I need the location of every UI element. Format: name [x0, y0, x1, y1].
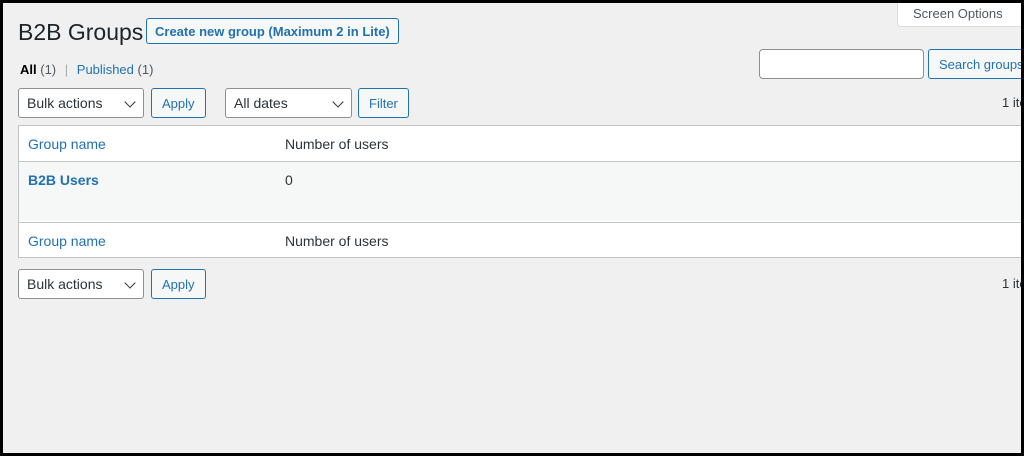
bulk-actions-value-bottom: Bulk actions [27, 276, 103, 292]
page-title: B2B Groups [18, 19, 144, 45]
column-footer-group-name[interactable]: Group name [28, 233, 106, 249]
view-separator: | [64, 62, 69, 77]
admin-page: Screen Options B2B Groups Create new gro… [3, 3, 1021, 453]
view-all-count: (1) [40, 62, 57, 77]
table-row: B2B Users 0 [19, 162, 1021, 221]
column-header-number-of-users: Number of users [285, 136, 389, 152]
search-groups-button[interactable]: Search groups [928, 49, 1021, 79]
view-published-count: (1) [137, 62, 154, 77]
create-group-button[interactable]: Create new group (Maximum 2 in Lite) [146, 18, 399, 44]
filter-button[interactable]: Filter [358, 88, 409, 118]
chevron-down-icon [124, 96, 136, 108]
table-footer: Group name Number of users [19, 222, 1021, 258]
items-count-bottom: 1 item [1002, 276, 1021, 291]
table-header: Group name Number of users [19, 126, 1021, 162]
items-count-top: 1 item [1002, 95, 1021, 110]
apply-button-top[interactable]: Apply [151, 88, 206, 118]
group-name-link[interactable]: B2B Users [28, 172, 99, 188]
sort-group-name-link[interactable]: Group name [28, 136, 106, 152]
view-published-link[interactable]: Published [77, 62, 134, 77]
sort-group-name-link-footer[interactable]: Group name [28, 233, 106, 249]
view-all-link[interactable]: All [20, 62, 37, 77]
date-filter-select[interactable]: All dates [225, 88, 352, 118]
view-filters: All (1) | Published (1) [20, 62, 153, 77]
column-header-group-name[interactable]: Group name [28, 136, 106, 152]
group-name-cell: B2B Users [28, 172, 99, 188]
bulk-actions-select-bottom[interactable]: Bulk actions [18, 269, 144, 299]
date-filter-value: All dates [234, 95, 288, 111]
search-input[interactable] [759, 49, 924, 79]
groups-table: Group name Number of users B2B Users 0 G… [18, 125, 1021, 258]
chevron-down-icon [124, 277, 136, 289]
bulk-actions-value: Bulk actions [27, 95, 103, 111]
screen-options-tab[interactable]: Screen Options [897, 3, 1021, 27]
column-footer-number-of-users: Number of users [285, 233, 389, 249]
chevron-down-icon [332, 96, 344, 108]
bulk-actions-select-top[interactable]: Bulk actions [18, 88, 144, 118]
apply-button-bottom[interactable]: Apply [151, 269, 206, 299]
number-of-users-cell: 0 [285, 172, 293, 188]
